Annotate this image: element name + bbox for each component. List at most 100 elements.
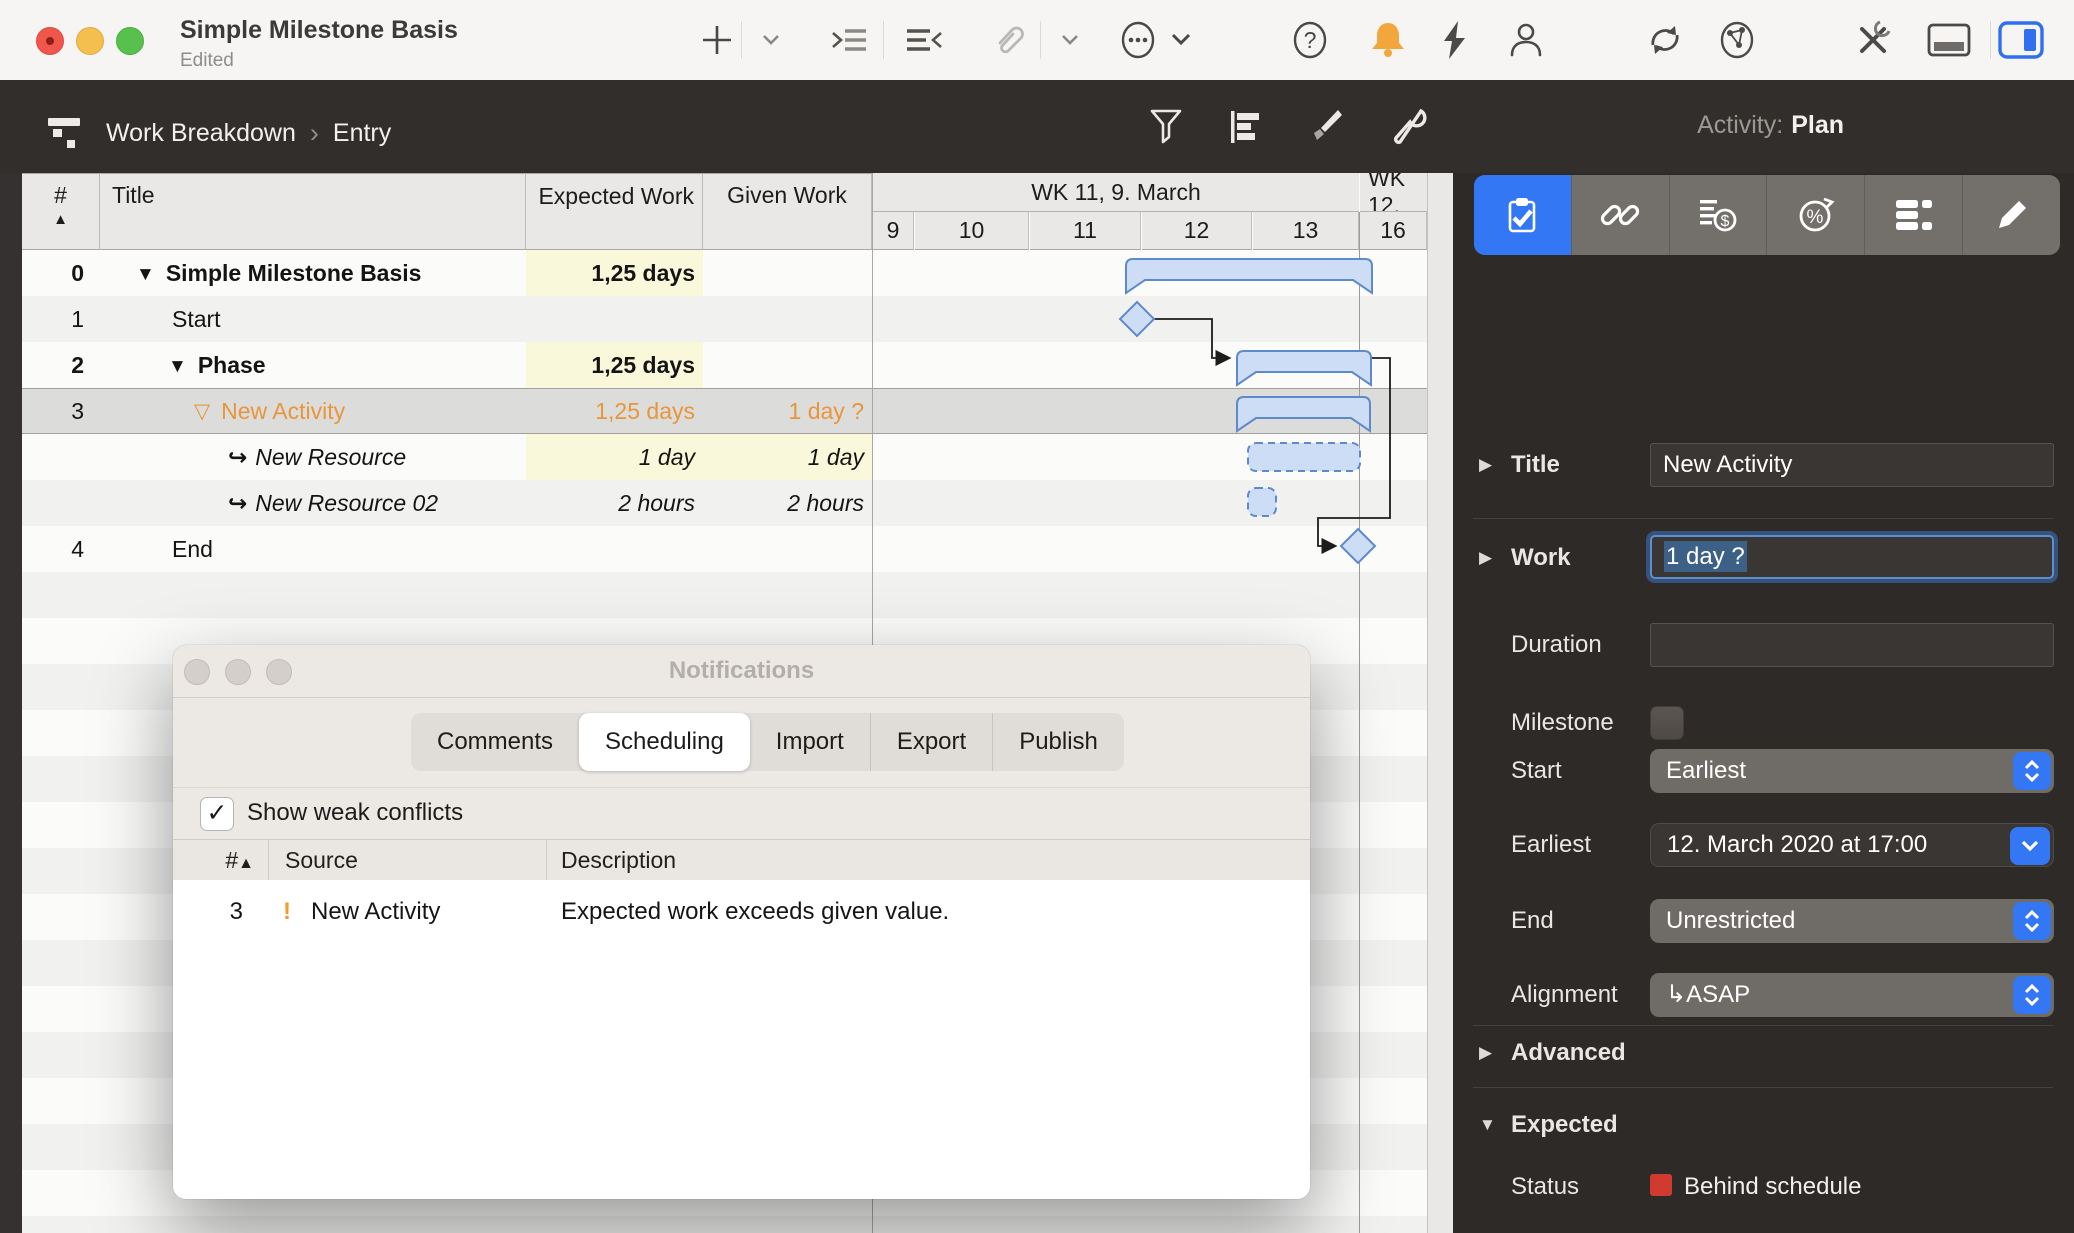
outdent-icon[interactable] — [898, 14, 950, 66]
gantt-milestone[interactable] — [1120, 302, 1154, 336]
notification-source: New Activity — [311, 890, 440, 934]
attach-icon[interactable] — [984, 14, 1036, 66]
dialog-tab-scheduling[interactable]: Scheduling — [579, 713, 750, 771]
stepper-icon[interactable] — [2013, 752, 2051, 790]
expected-work-cell: 1 day — [526, 434, 703, 480]
dialog-column-source[interactable]: Source — [269, 840, 547, 880]
expected-section-label: Expected — [1511, 1102, 1618, 1148]
work-input[interactable]: 1 day ? — [1650, 535, 2054, 579]
close-button[interactable] — [36, 27, 64, 55]
gantt-scrollbar-track[interactable] — [1427, 173, 1453, 1233]
gantt-summary[interactable] — [1237, 351, 1371, 385]
title-input[interactable]: New Activity — [1650, 443, 2054, 487]
given-work-cell: 2 hours — [703, 480, 872, 526]
end-popup[interactable]: Unrestricted — [1650, 899, 2054, 943]
resources-person-icon[interactable] — [1500, 14, 1552, 66]
notification-row[interactable]: 3!New ActivityExpected work exceeds give… — [173, 890, 1310, 934]
dialog-tab-publish[interactable]: Publish — [992, 713, 1124, 771]
gantt-summary[interactable] — [1237, 397, 1370, 431]
column-header-given-work[interactable]: Given Work — [703, 173, 872, 250]
row-number — [22, 480, 100, 526]
title-disclosure-icon[interactable]: ▶ — [1479, 442, 1492, 488]
filter-funnel-icon[interactable] — [1141, 102, 1191, 152]
inspector-tab-utilization[interactable]: % — [1766, 175, 1864, 255]
column-header-title[interactable]: Title — [100, 173, 526, 250]
dialog-tab-export[interactable]: Export — [870, 713, 992, 771]
add-icon[interactable] — [691, 14, 743, 66]
dialog-tab-group: CommentsSchedulingImportExportPublish — [411, 713, 1124, 771]
settings-wrench-icon[interactable] — [1384, 102, 1434, 152]
right-panel-icon[interactable] — [1995, 14, 2047, 66]
milestone-field-label: Milestone — [1511, 700, 1614, 746]
stepper-icon[interactable] — [2013, 902, 2051, 940]
settings-tools-icon[interactable] — [1847, 14, 1899, 66]
stepper-icon[interactable] — [2013, 976, 2051, 1014]
gantt-resource-bar[interactable] — [1248, 443, 1360, 471]
show-weak-conflicts-checkbox[interactable]: ✓ — [200, 797, 234, 831]
indent-icon[interactable] — [823, 14, 875, 66]
column-header-number[interactable]: #▲ — [22, 173, 100, 250]
alignment-popup[interactable]: ↳ASAP — [1650, 973, 2054, 1017]
gantt-resource-bar[interactable] — [1248, 488, 1276, 516]
given-work-cell — [703, 526, 872, 572]
status-label: Status — [1511, 1164, 1579, 1210]
column-header-expected-work[interactable]: Expected Work — [526, 173, 703, 250]
zoom-button[interactable] — [116, 27, 144, 55]
given-work-cell: 1 day — [703, 434, 872, 480]
dialog-column-number[interactable]: #▲ — [173, 840, 269, 880]
actions-bolt-icon[interactable] — [1428, 14, 1480, 66]
row-title: ↪New Resource — [100, 434, 526, 480]
inspector-tab-finance[interactable]: $ — [1669, 175, 1767, 255]
network-globe-icon[interactable] — [1711, 14, 1763, 66]
minimize-button[interactable] — [76, 27, 104, 55]
breadcrumb[interactable]: Work Breakdown › Entry — [40, 108, 391, 158]
more-chevron-icon[interactable] — [1155, 14, 1207, 66]
dialog-column-description[interactable]: Description — [547, 840, 1310, 880]
notifications-bell-icon[interactable] — [1362, 14, 1414, 66]
sync-icon[interactable] — [1639, 14, 1691, 66]
inspector-context-title: Activity:Plan — [1697, 111, 1844, 140]
help-icon[interactable]: ? — [1284, 14, 1336, 66]
start-popup[interactable]: Earliest — [1650, 749, 2054, 793]
resource-assignment-icon: ↪ — [228, 480, 247, 526]
show-weak-conflicts-label: Show weak conflicts — [247, 799, 463, 827]
row-title: ▽New Activity — [100, 388, 526, 434]
notification-number: 3 — [173, 890, 243, 934]
inspector-tab-links[interactable] — [1571, 175, 1669, 255]
inspector-tab-subrows[interactable] — [1864, 175, 1962, 255]
bottom-panel-icon[interactable] — [1923, 14, 1975, 66]
inspector-tab-activity[interactable] — [1474, 175, 1571, 255]
divider — [1473, 1087, 2053, 1088]
style-list-icon[interactable] — [1220, 102, 1270, 152]
earliest-date-field[interactable]: 12. March 2020 at 17:00 — [1650, 823, 2054, 867]
gantt-summary[interactable] — [1126, 259, 1372, 293]
attach-options-chevron-icon[interactable] — [1044, 14, 1096, 66]
breadcrumb-view[interactable]: Entry — [333, 119, 391, 148]
work-breakdown-icon — [40, 108, 90, 158]
gantt-milestone[interactable] — [1341, 529, 1375, 563]
notifications-dialog: Notifications CommentsSchedulingImportEx… — [173, 645, 1310, 1199]
given-work-cell — [703, 342, 872, 388]
disclosure-triangle-icon[interactable]: ▽ — [194, 389, 210, 434]
breadcrumb-separator: › — [310, 118, 319, 149]
disclosure-triangle-icon[interactable]: ▼ — [136, 252, 155, 296]
add-options-chevron-icon[interactable] — [745, 14, 797, 66]
work-disclosure-icon[interactable]: ▶ — [1479, 535, 1492, 581]
disclosure-triangle-icon[interactable]: ▼ — [168, 344, 187, 388]
format-brush-icon[interactable] — [1299, 102, 1349, 152]
dependency-connector[interactable] — [1152, 319, 1228, 358]
date-chevron-icon[interactable] — [2010, 827, 2050, 865]
document-title: Simple Milestone Basis — [180, 16, 458, 45]
expected-start-value: 13. Mar 2020 at 08:00 — [1650, 1227, 1885, 1233]
breadcrumb-section[interactable]: Work Breakdown — [106, 119, 296, 148]
dialog-tab-import[interactable]: Import — [750, 713, 870, 771]
inspector-panel: $% ▶ Title New Activity ▶ Work 1 day ? D… — [1453, 173, 2074, 1233]
advanced-section-label: Advanced — [1511, 1030, 1626, 1076]
advanced-disclosure-icon[interactable]: ▶ — [1479, 1030, 1492, 1076]
milestone-checkbox[interactable] — [1650, 706, 1684, 740]
duration-input[interactable] — [1650, 623, 2054, 667]
dialog-titlebar[interactable]: Notifications — [173, 645, 1310, 698]
dialog-tab-comments[interactable]: Comments — [411, 713, 579, 771]
inspector-tab-edit[interactable] — [1962, 175, 2060, 255]
expected-disclosure-icon[interactable]: ▼ — [1479, 1102, 1496, 1148]
